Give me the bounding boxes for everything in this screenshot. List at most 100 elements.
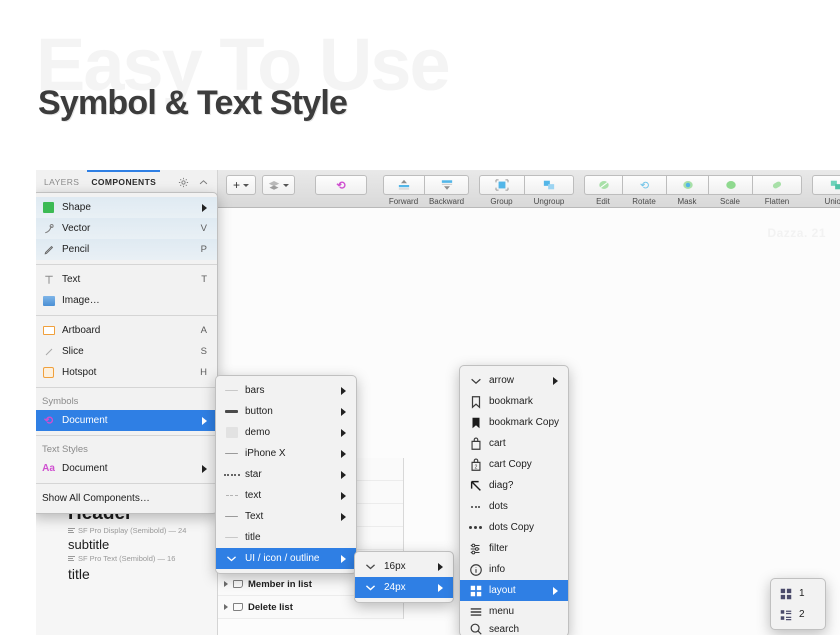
- plus-icon: +: [232, 178, 240, 192]
- menu-item-text[interactable]: Text T: [36, 269, 217, 290]
- menu-item-hotspot[interactable]: Hotspot H: [36, 362, 217, 383]
- chevron-down-icon: [243, 183, 249, 187]
- sidebar-tab-components[interactable]: COMPONENTS: [87, 170, 161, 195]
- menu-item-star[interactable]: star: [216, 464, 356, 485]
- menu-item-24px[interactable]: 24px: [355, 577, 453, 598]
- menu-item-filter[interactable]: filter: [460, 538, 568, 559]
- group-group: Group Ungroup: [479, 175, 574, 206]
- flatten-button[interactable]: [752, 175, 802, 195]
- menu-item-dots-copy[interactable]: dots Copy: [460, 517, 568, 538]
- edit-button[interactable]: [584, 175, 622, 195]
- rotate-button[interactable]: ⟲: [622, 175, 666, 195]
- list-item[interactable]: subtitle SF Pro Text (Semibold) — 16: [58, 537, 217, 563]
- menu-item-shape[interactable]: Shape: [36, 197, 217, 218]
- mask-label: Mask: [677, 197, 697, 206]
- menu-item-dots[interactable]: dots: [460, 496, 568, 517]
- dash-icon: [225, 489, 238, 502]
- group-labels: Group Ungroup: [479, 195, 574, 206]
- menu-item-arrow[interactable]: arrow: [460, 370, 568, 391]
- layout-icon: [469, 584, 482, 597]
- mask-button[interactable]: [666, 175, 708, 195]
- boolean-labels: Union Sub: [812, 195, 840, 206]
- ungroup-button[interactable]: [524, 175, 574, 195]
- menu-item-button[interactable]: button: [216, 401, 356, 422]
- menu-item-slice[interactable]: Slice S: [36, 341, 217, 362]
- menu-icon: [469, 605, 482, 618]
- menu-header-symbols: Symbols: [42, 395, 79, 407]
- menu-item-info[interactable]: info: [460, 559, 568, 580]
- chevron-right-icon: [341, 491, 346, 500]
- align-icon: [68, 555, 75, 562]
- layer-label: Delete list: [248, 601, 293, 613]
- menu-item-bookmark-copy[interactable]: bookmark Copy: [460, 412, 568, 433]
- chevron-right-icon: [341, 512, 346, 521]
- menu-item-layout[interactable]: layout: [460, 580, 568, 601]
- style-meta: SF Pro Text (Semibold) — 16: [68, 554, 217, 563]
- slice-icon: [42, 345, 55, 358]
- menu-item-search[interactable]: search: [460, 622, 568, 635]
- menu-item-menu[interactable]: menu: [460, 601, 568, 622]
- menu-item-vector[interactable]: Vector V: [36, 218, 217, 239]
- menu-item-bars[interactable]: bars: [216, 380, 356, 401]
- insert-group: +: [226, 175, 256, 195]
- rotate-copy-button[interactable]: ⟲: [315, 175, 367, 195]
- group-buttons: [479, 175, 574, 195]
- backward-button[interactable]: [424, 175, 469, 195]
- scale-button[interactable]: [708, 175, 752, 195]
- path-labels: Edit Rotate Mask Scale Flatten: [584, 195, 802, 206]
- menu-item-cart[interactable]: cart: [460, 433, 568, 454]
- gear-icon[interactable]: [178, 177, 189, 188]
- union-button[interactable]: [812, 175, 840, 195]
- line-light-icon: [225, 384, 238, 397]
- menu-item-ui-icon-outline[interactable]: UI / icon / outline: [216, 548, 356, 569]
- pencil-icon: [42, 243, 55, 256]
- page-title: Symbol & Text Style: [38, 84, 348, 122]
- insert-menu: Shape Vector V Pencil P Text T Image… Ar…: [36, 192, 218, 514]
- menu-item-artboard[interactable]: Artboard A: [36, 320, 217, 341]
- menu-item-show-all-components[interactable]: Show All Components…: [36, 488, 217, 509]
- artboard-icon: [233, 580, 243, 588]
- chevron-right-icon[interactable]: [224, 604, 228, 610]
- app-window: LAYERS COMPONENTS Document: [36, 170, 840, 635]
- menu-item-symbols-document[interactable]: ⟲ Document: [36, 410, 217, 431]
- layers-button[interactable]: [262, 175, 295, 195]
- chevron-up-icon[interactable]: [198, 177, 209, 188]
- union-label: Union: [824, 197, 840, 206]
- chevron-right-icon[interactable]: [224, 581, 228, 587]
- menu-item-textstyles-document[interactable]: Aa Document: [36, 458, 217, 479]
- menu-item-image[interactable]: Image…: [36, 290, 217, 311]
- info-icon: [469, 563, 482, 576]
- size-submenu: 16px 24px: [354, 551, 454, 603]
- sidebar-tab-layers[interactable]: LAYERS: [44, 170, 79, 195]
- group-button[interactable]: [479, 175, 524, 195]
- menu-item-diag[interactable]: diag?: [460, 475, 568, 496]
- menu-item-cart-copy[interactable]: 2 cart Copy: [460, 454, 568, 475]
- bookmark-filled-icon: [469, 416, 482, 429]
- menu-item-text-upper[interactable]: Text: [216, 506, 356, 527]
- line-icon: [225, 510, 238, 523]
- menu-item-text-lower[interactable]: text: [216, 485, 356, 506]
- toolbar: + ⟲ Forward Backward Group Ungroup ⟲ Edi…: [218, 170, 840, 208]
- layout-submenu: 1 2: [770, 578, 826, 630]
- divider: [36, 435, 217, 436]
- aa-icon: Aa: [42, 463, 55, 474]
- chevron-down-icon: [364, 560, 377, 573]
- menu-item-iphone-x[interactable]: iPhone X: [216, 443, 356, 464]
- chevron-right-icon: [202, 203, 207, 212]
- order-buttons: [383, 175, 469, 195]
- grid-4-icon: [779, 587, 792, 600]
- list-item[interactable]: title: [58, 566, 217, 582]
- menu-item-16px[interactable]: 16px: [355, 556, 453, 577]
- insert-button[interactable]: +: [226, 175, 256, 195]
- menu-item-bookmark[interactable]: bookmark: [460, 391, 568, 412]
- menu-item-pencil[interactable]: Pencil P: [36, 239, 217, 260]
- menu-item-layout-2[interactable]: 2: [771, 604, 825, 625]
- menu-item-layout-1[interactable]: 1: [771, 583, 825, 604]
- list-icon: [779, 608, 792, 621]
- divider: [36, 483, 217, 484]
- group-icon: [495, 179, 509, 191]
- forward-button[interactable]: [383, 175, 424, 195]
- menu-item-demo[interactable]: demo: [216, 422, 356, 443]
- chevron-down-icon: [469, 374, 482, 387]
- menu-item-title[interactable]: title: [216, 527, 356, 548]
